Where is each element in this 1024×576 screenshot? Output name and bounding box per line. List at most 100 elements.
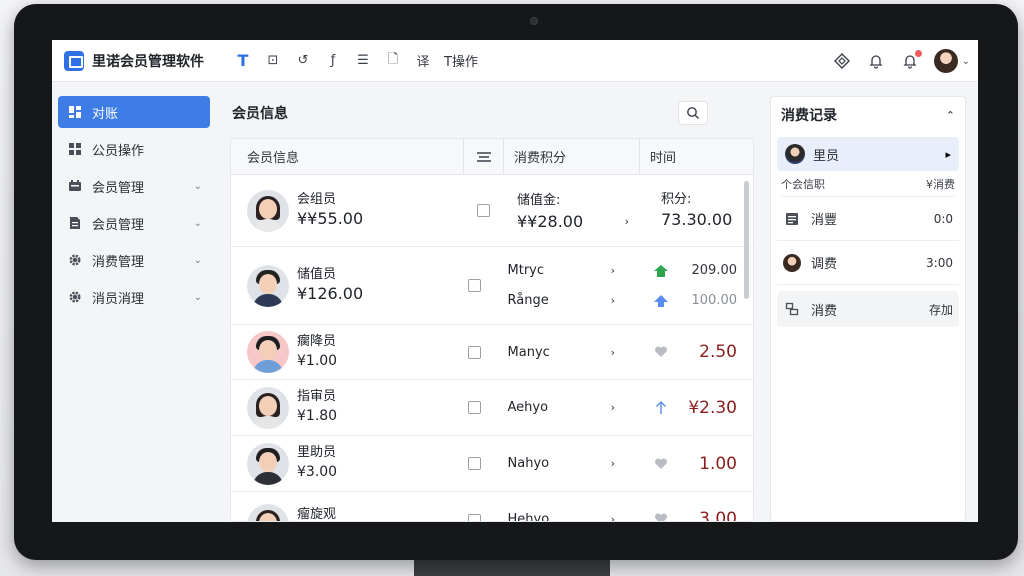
- sidebar-item-label: 会员管理: [92, 217, 145, 233]
- chevron-down-icon[interactable]: ⌄: [194, 181, 202, 192]
- chevron-down-icon[interactable]: ⌄: [194, 292, 202, 303]
- image-tool-button[interactable]: ⊡: [260, 48, 286, 74]
- member-cell: 会组员 ¥¥55.00: [231, 189, 463, 232]
- record-item[interactable]: 消费 存加: [777, 291, 959, 327]
- member-cell: 储值员 ¥126.00: [231, 264, 455, 307]
- points-label: Mtryc: [507, 263, 545, 278]
- points-label: Manyc: [507, 344, 550, 360]
- table-row[interactable]: 指审员 ¥1.80 Aehyo › ¥2.30: [231, 380, 753, 436]
- app-title: 里诺会员管理软件: [92, 53, 204, 70]
- points-cell: Hehyo ›: [494, 504, 625, 522]
- member-name: 里助员: [297, 445, 337, 460]
- operation-menu[interactable]: T操作: [444, 51, 478, 70]
- table-row[interactable]: 瘤旋观 ¥ Hehyo › 3.00: [231, 492, 753, 522]
- record-label: 调费: [811, 257, 838, 272]
- top-right-actions: ⌄: [832, 40, 970, 82]
- sidebar-item-label: 公员操作: [92, 143, 145, 159]
- column-header-time[interactable]: 时间: [639, 139, 753, 174]
- heart-icon: [653, 457, 669, 471]
- translate-tool-button[interactable]: 译: [410, 48, 436, 74]
- user-avatar[interactable]: [933, 49, 958, 73]
- records-selected-member[interactable]: 里员 ▸: [777, 137, 959, 171]
- chevron-down-icon[interactable]: ⌄: [962, 56, 970, 67]
- chevron-right-icon[interactable]: ›: [611, 264, 615, 277]
- row-checkbox[interactable]: [476, 204, 490, 217]
- points-cell: Aehyo ›: [494, 393, 625, 423]
- diamond-icon[interactable]: [832, 51, 852, 71]
- time-label: 积分:: [661, 191, 692, 207]
- list-icon: [783, 210, 801, 228]
- member-info-label: 个会信职: [781, 177, 825, 191]
- points-cell: Manyc ›: [494, 337, 625, 367]
- table-scrollbar[interactable]: [744, 181, 749, 299]
- thin-arrow-up-icon: [653, 400, 669, 415]
- list-tool-button[interactable]: ☰: [350, 48, 376, 74]
- link-tool-button[interactable]: ↺: [290, 48, 316, 74]
- row-checkbox[interactable]: [467, 345, 481, 359]
- chevron-right-icon[interactable]: ›: [611, 457, 615, 470]
- avatar: [785, 144, 805, 164]
- sidebar-item-label: 消费管理: [92, 254, 145, 270]
- member-name: 瘤旋观: [297, 506, 337, 522]
- search-button[interactable]: [678, 101, 708, 125]
- sidebar-item-consumption[interactable]: 消费管理 ⌄: [58, 244, 210, 276]
- points-label: Hehyo: [507, 511, 550, 522]
- sidebar-item-member-clear[interactable]: 消员消理 ⌄: [58, 281, 210, 313]
- member-panel: 会员信息 会员信息 消费积分 时间 会组员 ¥¥55.00 储值金: ¥¥28.…: [220, 96, 760, 522]
- points-label: 储值金:: [517, 193, 561, 208]
- time-cell: 积分: 73.30.00: [639, 188, 753, 234]
- time-value: ¥2.30: [688, 397, 737, 418]
- chevron-down-icon[interactable]: ⌄: [194, 218, 202, 229]
- sidebar-item-member-ops[interactable]: 公员操作: [58, 133, 210, 165]
- row-checkbox[interactable]: [467, 279, 481, 292]
- toolbar: T ⊡ ↺ ƒ ☰ 🗋 译 T操作: [230, 48, 478, 74]
- arrow-up-icon: [653, 294, 669, 308]
- avatar: [247, 386, 289, 429]
- avatar: [247, 504, 289, 521]
- chevron-right-icon[interactable]: ▸: [945, 148, 951, 161]
- chevron-right-icon[interactable]: ›: [611, 294, 615, 307]
- file-tool-button[interactable]: 🗋: [380, 48, 406, 74]
- row-checkbox[interactable]: [467, 401, 481, 414]
- table-row[interactable]: 瘸降员 ¥1.00 Manyc › 2.50: [231, 325, 753, 380]
- records-sublabels: 个会信职 ¥消费: [781, 171, 955, 197]
- avatar: [247, 331, 289, 373]
- filter-icon: [476, 151, 491, 162]
- member-panel-header: 会员信息: [220, 96, 760, 130]
- chevron-down-icon[interactable]: ⌄: [194, 255, 202, 266]
- function-tool-button[interactable]: ƒ: [320, 48, 346, 74]
- time-value: 209.00: [691, 263, 738, 278]
- chevron-right-icon[interactable]: ›: [611, 346, 615, 359]
- chevron-right-icon[interactable]: ›: [611, 513, 615, 522]
- column-header-points[interactable]: 消费积分: [503, 139, 639, 174]
- row-checkbox[interactable]: [467, 514, 481, 521]
- sidebar-item-label: 对账: [92, 106, 119, 122]
- record-item[interactable]: 调费 3:00: [777, 241, 959, 285]
- sidebar-item-reconcile[interactable]: 对账: [58, 96, 210, 128]
- chevron-right-icon[interactable]: ›: [611, 401, 615, 414]
- table-row[interactable]: 里助员 ¥3.00 Nahyo › 1.00: [231, 436, 753, 492]
- column-header-member[interactable]: 会员信息: [231, 139, 463, 174]
- home-up-icon: [653, 264, 669, 278]
- column-header-filter[interactable]: [463, 139, 503, 174]
- table-row[interactable]: 会组员 ¥¥55.00 储值金: ¥¥28.00 › 积分: 73.30.00: [231, 175, 753, 247]
- notification-bell-icon[interactable]: [900, 49, 923, 71]
- chevron-up-icon[interactable]: ⌃: [946, 109, 955, 122]
- gear-icon: [68, 253, 82, 267]
- sidebar-item-member-management[interactable]: 会员管理 ⌄: [58, 170, 210, 202]
- record-item[interactable]: 消豐 0:0: [777, 197, 959, 241]
- bell-icon[interactable]: [866, 51, 886, 71]
- page-title: 会员信息: [232, 106, 288, 122]
- row-checkbox[interactable]: [467, 457, 481, 470]
- member-cell: 瘤旋观 ¥: [231, 504, 455, 522]
- record-value: 0:0: [933, 211, 953, 226]
- time-cell: 2.50: [625, 337, 753, 367]
- avatar: [247, 264, 289, 307]
- table-row[interactable]: 储值员 ¥126.00 Mtryc › Rånge › 209.00 100.0…: [231, 247, 753, 325]
- time-value: 1.00: [699, 453, 737, 474]
- sidebar-item-member-records[interactable]: 会员管理 ⌄: [58, 207, 210, 239]
- chevron-right-icon[interactable]: ›: [625, 215, 629, 228]
- text-tool-button[interactable]: T: [230, 48, 256, 74]
- dashboard-icon: [68, 105, 82, 119]
- selected-member-name: 里员: [813, 148, 840, 164]
